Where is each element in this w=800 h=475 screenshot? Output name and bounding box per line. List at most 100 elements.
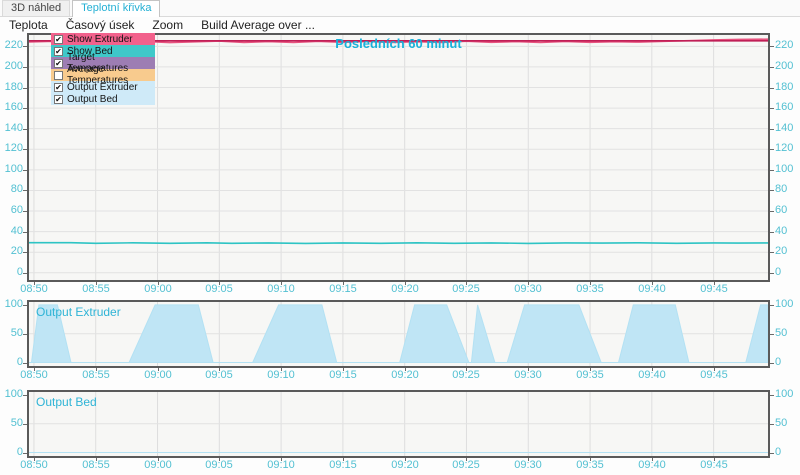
y-tick-label: 20 [0, 245, 23, 258]
x-tick [219, 282, 220, 285]
x-tick [34, 282, 35, 285]
x-tick [281, 458, 282, 461]
y-tick [770, 129, 774, 130]
y-tick-label: 80 [0, 183, 23, 196]
y-tick-label: 100 [0, 388, 23, 401]
output-panel-title: Output Bed [36, 395, 97, 409]
y-tick-label: 50 [0, 417, 23, 430]
y-tick-label: 50 [775, 327, 800, 340]
y-tick [770, 108, 774, 109]
output-extruder-chart[interactable]: Output Extruder [27, 300, 770, 368]
x-tick [219, 458, 220, 461]
y-tick [23, 305, 27, 306]
y-tick-label: 140 [775, 122, 800, 135]
x-tick [343, 458, 344, 461]
y-tick-label: 160 [775, 101, 800, 114]
y-tick-label: 220 [0, 39, 23, 52]
x-tick [652, 458, 653, 461]
y-tick-label: 50 [775, 417, 800, 430]
x-tick [34, 368, 35, 371]
y-tick-label: 100 [775, 388, 800, 401]
x-tick [158, 282, 159, 285]
menu-zoom[interactable]: Zoom [152, 18, 183, 32]
checkbox-checked-icon[interactable]: ✔ [54, 59, 63, 68]
y-tick [770, 46, 774, 47]
y-tick [23, 232, 27, 233]
x-tick [96, 458, 97, 461]
y-tick [770, 232, 774, 233]
y-tick [23, 252, 27, 253]
legend: ✔Show Extruder✔Show Bed✔Target Temperatu… [51, 33, 155, 105]
y-tick-label: 0 [775, 446, 800, 459]
y-tick [770, 190, 774, 191]
y-tick [23, 46, 27, 47]
x-tick [343, 282, 344, 285]
x-tick [343, 368, 344, 371]
y-tick-label: 100 [775, 163, 800, 176]
y-tick-label: 40 [0, 225, 23, 238]
y-tick [770, 67, 774, 68]
tab-3d-preview[interactable]: 3D náhled [2, 0, 70, 16]
menu-build-average[interactable]: Build Average over ... [201, 18, 315, 32]
x-tick [405, 458, 406, 461]
legend-item[interactable]: Average Temperatures [51, 69, 155, 81]
y-tick [23, 149, 27, 150]
legend-item[interactable]: ✔Show Extruder [51, 33, 155, 45]
checkbox-checked-icon[interactable]: ✔ [54, 83, 63, 92]
y-tick [23, 170, 27, 171]
legend-item-label: Output Extruder [67, 82, 138, 93]
output-panel-title: Output Extruder [36, 305, 121, 319]
checkbox-checked-icon[interactable]: ✔ [54, 47, 63, 56]
chart-canvas [29, 302, 768, 366]
y-tick [23, 453, 27, 454]
checkbox-checked-icon[interactable]: ✔ [54, 35, 63, 44]
x-tick [652, 282, 653, 285]
x-tick [590, 368, 591, 371]
y-tick-label: 0 [775, 356, 800, 369]
tab-temperature-curve[interactable]: Teplotní křivka [72, 0, 160, 17]
x-tick [219, 368, 220, 371]
y-tick-label: 100 [775, 298, 800, 311]
y-tick [770, 170, 774, 171]
x-tick [590, 458, 591, 461]
y-tick [770, 424, 774, 425]
y-tick-label: 60 [775, 204, 800, 217]
y-tick [23, 129, 27, 130]
y-tick [23, 424, 27, 425]
y-tick [23, 211, 27, 212]
x-tick [34, 458, 35, 461]
y-tick [23, 88, 27, 89]
y-tick-label: 0 [0, 446, 23, 459]
x-tick [466, 458, 467, 461]
x-tick [528, 458, 529, 461]
y-tick [770, 305, 774, 306]
checkbox-unchecked-icon[interactable] [54, 71, 63, 80]
y-tick [23, 334, 27, 335]
checkbox-checked-icon[interactable]: ✔ [54, 95, 63, 104]
y-tick-label: 120 [775, 142, 800, 155]
y-tick [770, 88, 774, 89]
x-tick [281, 368, 282, 371]
x-tick [405, 368, 406, 371]
y-tick-label: 100 [0, 163, 23, 176]
y-tick [770, 211, 774, 212]
output-bed-chart[interactable]: Output Bed [27, 390, 770, 458]
y-tick-label: 40 [775, 225, 800, 238]
main-temperature-chart[interactable]: Posledních 60 minut✔Show Extruder✔Show B… [27, 33, 770, 282]
menu-time-period[interactable]: Časový úsek [66, 18, 135, 32]
tab-strip: 3D náhled Teplotní křivka [0, 0, 800, 17]
y-tick [23, 190, 27, 191]
y-tick [23, 108, 27, 109]
legend-item[interactable]: ✔Output Bed [51, 93, 155, 105]
y-tick [770, 273, 774, 274]
y-tick [770, 252, 774, 253]
menu-temperature[interactable]: Teplota [9, 18, 48, 32]
x-tick [714, 282, 715, 285]
y-tick [23, 273, 27, 274]
y-tick-label: 80 [775, 183, 800, 196]
x-tick [466, 368, 467, 371]
x-tick [714, 458, 715, 461]
x-tick [590, 282, 591, 285]
x-tick [466, 282, 467, 285]
menu-bar: Teplota Časový úsek Zoom Build Average o… [0, 17, 800, 32]
